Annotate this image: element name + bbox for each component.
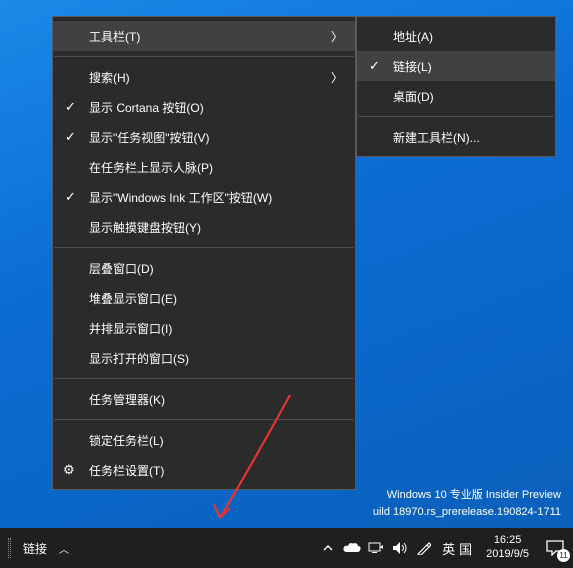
check-icon: ✓ xyxy=(369,58,380,74)
check-icon: ✓ xyxy=(65,99,76,115)
chevron-up-icon[interactable]: ︿ xyxy=(53,541,75,556)
toolbar-grip-icon[interactable] xyxy=(8,538,11,558)
taskbar-context-menu: 工具栏(T) 〉 搜索(H) 〉 ✓ 显示 Cortana 按钮(O) ✓ 显示… xyxy=(52,16,356,490)
menu-label: 链接(L) xyxy=(393,58,432,75)
separator xyxy=(54,378,354,379)
action-center-icon[interactable]: 11 xyxy=(537,528,573,568)
menu-label: 堆叠显示窗口(E) xyxy=(89,290,177,307)
menu-label: 地址(A) xyxy=(393,28,433,45)
menu-label: 并排显示窗口(I) xyxy=(89,320,172,337)
ime-mode: 国 xyxy=(459,539,472,558)
taskbar-left: 链接 ︿ xyxy=(0,538,172,558)
submenu-desktop[interactable]: 桌面(D) xyxy=(357,81,555,111)
ime-lang: 英 xyxy=(442,539,455,558)
onedrive-icon[interactable] xyxy=(340,528,364,568)
menu-label: 显示 Cortana 按钮(O) xyxy=(89,99,204,116)
submenu-new-toolbar[interactable]: 新建工具栏(N)... xyxy=(357,122,555,152)
separator xyxy=(54,419,354,420)
menu-label: 显示"Windows Ink 工作区"按钮(W) xyxy=(89,189,272,206)
menu-label: 桌面(D) xyxy=(393,88,434,105)
clock-time: 16:25 xyxy=(494,534,522,548)
windows-build-watermark: Windows 10 专业版 Insider Preview uild 1897… xyxy=(373,487,561,520)
menu-show-touchkbd[interactable]: 显示触摸键盘按钮(Y) xyxy=(53,212,355,242)
ink-workspace-icon[interactable] xyxy=(412,528,436,568)
submenu-links[interactable]: ✓ 链接(L) xyxy=(357,51,555,81)
links-toolbar-label[interactable]: 链接 xyxy=(19,540,51,557)
menu-show-people[interactable]: 在任务栏上显示人脉(P) xyxy=(53,152,355,182)
menu-label: 任务管理器(K) xyxy=(89,391,165,408)
menu-label: 工具栏(T) xyxy=(89,28,140,45)
tray-overflow-icon[interactable] xyxy=(316,528,340,568)
volume-icon[interactable] xyxy=(388,528,412,568)
separator xyxy=(54,247,354,248)
menu-label: 显示打开的窗口(S) xyxy=(89,350,189,367)
clock-date: 2019/9/5 xyxy=(486,548,529,562)
chevron-right-icon: 〉 xyxy=(331,28,343,45)
menu-label: 显示"任务视图"按钮(V) xyxy=(89,129,210,146)
menu-cascade[interactable]: 层叠窗口(D) xyxy=(53,253,355,283)
separator xyxy=(358,116,554,117)
menu-label: 层叠窗口(D) xyxy=(89,260,154,277)
network-icon[interactable] xyxy=(364,528,388,568)
menu-label: 新建工具栏(N)... xyxy=(393,129,480,146)
check-icon: ✓ xyxy=(65,189,76,205)
menu-label: 任务栏设置(T) xyxy=(89,462,164,479)
check-icon: ✓ xyxy=(65,129,76,145)
ime-indicator[interactable]: 英 国 xyxy=(436,539,478,558)
taskbar[interactable]: 链接 ︿ 英 国 16:25 2019/9/5 11 xyxy=(0,528,573,568)
clock[interactable]: 16:25 2019/9/5 xyxy=(478,534,537,562)
menu-toolbars[interactable]: 工具栏(T) 〉 xyxy=(53,21,355,51)
menu-label: 搜索(H) xyxy=(89,69,130,86)
gear-icon: ⚙ xyxy=(63,462,75,478)
menu-sidebyside[interactable]: 并排显示窗口(I) xyxy=(53,313,355,343)
chevron-right-icon: 〉 xyxy=(331,69,343,86)
menu-search[interactable]: 搜索(H) 〉 xyxy=(53,62,355,92)
system-tray: 英 国 16:25 2019/9/5 11 xyxy=(316,528,573,568)
separator xyxy=(54,56,354,57)
notification-badge: 11 xyxy=(557,549,570,562)
menu-show-cortana[interactable]: ✓ 显示 Cortana 按钮(O) xyxy=(53,92,355,122)
menu-taskmgr[interactable]: 任务管理器(K) xyxy=(53,384,355,414)
menu-label: 显示触摸键盘按钮(Y) xyxy=(89,219,201,236)
submenu-address[interactable]: 地址(A) xyxy=(357,21,555,51)
menu-label: 锁定任务栏(L) xyxy=(89,432,164,449)
menu-show-taskview[interactable]: ✓ 显示"任务视图"按钮(V) xyxy=(53,122,355,152)
menu-show-desktop[interactable]: 显示打开的窗口(S) xyxy=(53,343,355,373)
menu-show-ink[interactable]: ✓ 显示"Windows Ink 工作区"按钮(W) xyxy=(53,182,355,212)
menu-label: 在任务栏上显示人脉(P) xyxy=(89,159,213,176)
menu-lock-taskbar[interactable]: 锁定任务栏(L) xyxy=(53,425,355,455)
toolbars-submenu: 地址(A) ✓ 链接(L) 桌面(D) 新建工具栏(N)... xyxy=(356,16,556,157)
menu-taskbar-settings[interactable]: ⚙ 任务栏设置(T) xyxy=(53,455,355,485)
menu-stacked[interactable]: 堆叠显示窗口(E) xyxy=(53,283,355,313)
